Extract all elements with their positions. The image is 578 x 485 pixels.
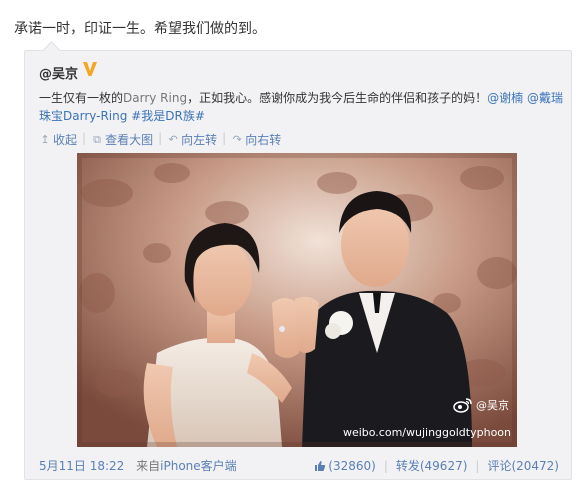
rotate-left-button[interactable]: ↶ 向左转 [167,131,218,148]
divider: | [82,131,87,145]
source-prefix: 来自 [136,459,161,473]
photo-watermark-name: @吴京 [453,397,509,413]
text-segment: 一生仅有一枚的 [39,91,124,105]
original-post-text: 一生仅有一枚的Darry Ring，正如我心。感谢你成为我今后生命的伴侣和孩子的… [39,89,563,125]
like-button[interactable]: (32860) [314,459,376,473]
divider: | [475,458,480,473]
rotate-left-icon: ↶ [168,133,178,146]
mention-link[interactable]: @戴瑞 [527,91,563,105]
collapse-button[interactable]: ↥ 收起 [39,131,77,148]
mention-link[interactable]: @谢楠 [487,91,523,105]
post-stats: (32860) | 转发(49627) | 评论(20472) [314,457,559,474]
verified-v-icon[interactable] [82,60,98,78]
like-count: (32860) [328,458,376,473]
text-segment: ，正如我心。感谢你成为我今后生命的伴侣和孩子的妈！ [187,91,488,105]
wedding-photo [77,153,517,447]
photo-watermark-url: weibo.com/wujinggoldtyphoon [342,426,511,439]
rotate-left-label: 向左转 [181,133,218,147]
divider: | [383,458,388,473]
repost-button[interactable]: 转发(49627) [396,457,468,474]
brand-text: Darry Ring [123,91,188,105]
view-large-button[interactable]: ⧉ 查看大图 [91,131,153,148]
post-photo[interactable]: @吴京 weibo.com/wujinggoldtyphoon [77,153,517,447]
watermark-name-text: @吴京 [476,399,509,412]
post-footer: 5月11日 18:22 来自iPhone客户端 (32860) | 转发(496… [39,457,559,474]
rotate-right-label: 向右转 [245,133,282,147]
image-actions: ↥ 收起 | ⧉ 查看大图 | ↶ 向左转 | ↷ 向右转 [39,131,281,148]
external-link-icon: ⧉ [93,132,101,146]
collapse-label: 收起 [53,133,78,147]
repost-card: @吴京 一生仅有一枚的Darry Ring，正如我心。感谢你成为我今后生命的伴侣… [24,50,572,480]
divider: | [222,131,227,145]
post-text: 承诺一时，印证一生。希望我们做的到。 [14,21,266,37]
post-date-link[interactable]: 5月11日 18:22 [39,459,124,473]
thumbs-up-icon [315,460,326,471]
weibo-logo-icon [453,398,472,413]
view-large-label: 查看大图 [105,133,154,147]
mention-link-continued[interactable]: 珠宝Darry-Ring [39,109,127,123]
rotate-right-icon: ↷ [232,133,242,146]
arrow-up-icon: ↥ [40,133,50,146]
repost-author[interactable]: @吴京 [39,63,78,82]
post-source-link[interactable]: iPhone客户端 [160,459,237,473]
hashtag-link[interactable]: #我是DR族# [131,109,205,123]
divider: | [158,131,163,145]
comment-button[interactable]: 评论(20472) [487,457,559,474]
rotate-right-button[interactable]: ↷ 向右转 [231,131,282,148]
